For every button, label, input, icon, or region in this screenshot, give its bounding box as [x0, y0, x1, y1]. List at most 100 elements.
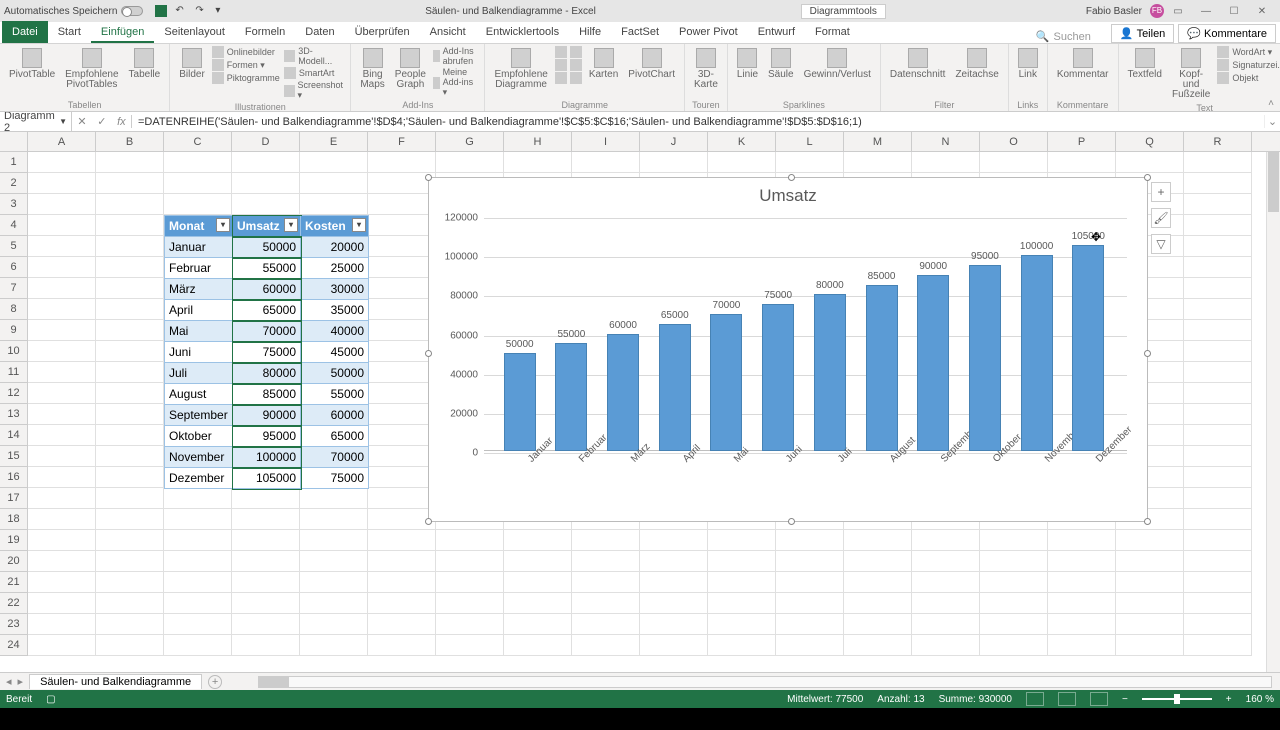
data-table[interactable]: Monat▾Umsatz▾Kosten▾Januar5000020000Febr… [164, 215, 369, 489]
ribbon-item[interactable]: Formen ▾ [212, 59, 280, 71]
data-label[interactable]: 70000 [713, 300, 741, 311]
search-input[interactable]: Suchen [1054, 31, 1091, 43]
chart-bar[interactable] [814, 294, 846, 451]
data-label[interactable]: 90000 [919, 261, 947, 272]
row-header[interactable]: 23 [0, 614, 27, 635]
ribbon-item[interactable]: Objekt [1217, 72, 1280, 84]
ribbon-tab-context[interactable]: Format [805, 23, 860, 43]
column-header[interactable]: D [232, 132, 300, 151]
ribbon-button[interactable]: Empfohlene Diagramme [491, 46, 550, 92]
table-header-cell[interactable]: Kosten▾ [301, 216, 369, 237]
table-header-cell[interactable]: Umsatz▾ [233, 216, 301, 237]
toggle-switch-icon[interactable] [121, 6, 143, 16]
ribbon-button[interactable]: PivotTable [6, 46, 58, 82]
autosave-toggle[interactable]: Automatisches Speichern [4, 6, 143, 17]
data-label[interactable]: 85000 [868, 271, 896, 282]
column-header[interactable]: A [28, 132, 96, 151]
chart-bar[interactable] [504, 353, 536, 451]
table-row[interactable]: Juni7500045000 [165, 342, 369, 363]
sheet-tab-active[interactable]: Säulen- und Balkendiagramme [29, 674, 202, 689]
chart-bar[interactable] [1072, 245, 1104, 451]
sheet-nav-next-icon[interactable]: ▸ [18, 675, 24, 688]
comments-button[interactable]: 💬Kommentare [1178, 24, 1276, 43]
row-header[interactable]: 9 [0, 320, 27, 341]
table-row[interactable]: November10000070000 [165, 447, 369, 468]
column-header[interactable]: N [912, 132, 980, 151]
chart-filters-button[interactable]: ▽ [1151, 234, 1171, 254]
row-header[interactable]: 17 [0, 488, 27, 509]
column-header[interactable]: K [708, 132, 776, 151]
view-page-layout-icon[interactable] [1058, 692, 1076, 706]
ribbon-button[interactable]: Tabelle [126, 46, 164, 82]
ribbon-item[interactable]: Add-Ins abrufen [433, 46, 479, 66]
horizontal-scrollbar[interactable] [258, 676, 1272, 688]
ribbon-tab[interactable]: Ansicht [420, 23, 476, 43]
ribbon-button[interactable]: Datenschnitt [887, 46, 949, 82]
zoom-level[interactable]: 160 % [1246, 694, 1274, 705]
chart-bar[interactable] [555, 343, 587, 451]
data-label[interactable]: 95000 [971, 251, 999, 262]
user-avatar[interactable]: FB [1150, 4, 1164, 18]
ribbon-button[interactable]: Kopf- und Fußzeile [1169, 46, 1213, 102]
column-header[interactable]: R [1184, 132, 1252, 151]
sheet-nav-prev-icon[interactable]: ◂ [6, 675, 12, 688]
column-header[interactable]: J [640, 132, 708, 151]
column-header[interactable]: L [776, 132, 844, 151]
name-box[interactable]: Diagramm 2▼ [0, 110, 72, 134]
ribbon-tab[interactable]: Power Pivot [669, 23, 748, 43]
macro-record-icon[interactable]: ▢ [46, 694, 55, 705]
row-header[interactable]: 4 [0, 215, 27, 236]
minimize-icon[interactable]: ― [1192, 2, 1220, 20]
row-header[interactable]: 5 [0, 236, 27, 257]
formula-input[interactable]: =DATENREIHE('Säulen- und Balkendiagramme… [132, 116, 1264, 128]
zoom-in-icon[interactable]: + [1226, 694, 1232, 705]
row-header[interactable]: 18 [0, 509, 27, 530]
filter-dropdown-icon[interactable]: ▾ [216, 218, 230, 232]
chart-bar[interactable] [969, 265, 1001, 451]
filter-dropdown-icon[interactable]: ▾ [284, 218, 298, 232]
file-tab[interactable]: Datei [2, 21, 48, 43]
ribbon-tab[interactable]: Überprüfen [345, 23, 420, 43]
column-header[interactable]: F [368, 132, 436, 151]
chart-elements-button[interactable]: + [1151, 182, 1171, 202]
table-row[interactable]: Oktober9500065000 [165, 426, 369, 447]
table-row[interactable]: Dezember10500075000 [165, 468, 369, 489]
column-header[interactable]: O [980, 132, 1048, 151]
redo-icon[interactable]: ↷ [195, 5, 207, 17]
ribbon-tab[interactable]: Einfügen [91, 23, 154, 43]
chart-bar[interactable] [710, 314, 742, 451]
add-sheet-button[interactable]: + [208, 675, 222, 689]
row-header[interactable]: 14 [0, 425, 27, 446]
column-header[interactable]: P [1048, 132, 1116, 151]
table-row[interactable]: Juli8000050000 [165, 363, 369, 384]
row-header[interactable]: 19 [0, 530, 27, 551]
ribbon-item[interactable]: SmartArt [284, 67, 345, 79]
row-header[interactable]: 2 [0, 173, 27, 194]
ribbon-button[interactable]: 3D-Karte [691, 46, 721, 92]
ribbon-tab[interactable]: Start [48, 23, 91, 43]
table-row[interactable]: April6500035000 [165, 300, 369, 321]
row-header[interactable]: 16 [0, 467, 27, 488]
ribbon-button[interactable]: Bing Maps [357, 46, 387, 92]
share-button[interactable]: 👤Teilen [1111, 24, 1174, 43]
close-icon[interactable]: ✕ [1248, 2, 1276, 20]
row-header[interactable]: 8 [0, 299, 27, 320]
row-header[interactable]: 24 [0, 635, 27, 656]
save-icon[interactable] [155, 5, 167, 17]
ribbon-button[interactable]: Bilder [176, 46, 208, 82]
maximize-icon[interactable]: ☐ [1220, 2, 1248, 20]
table-row[interactable]: Januar5000020000 [165, 237, 369, 258]
chart-title[interactable]: Umsatz [429, 178, 1147, 214]
chart-bar[interactable] [866, 285, 898, 451]
chart-plot-area[interactable]: 020000400006000080000100000120000 50000 … [484, 218, 1127, 451]
data-label[interactable]: 75000 [764, 290, 792, 301]
accept-formula-icon[interactable]: ✓ [97, 115, 106, 128]
chart-bar[interactable] [917, 275, 949, 451]
row-header[interactable]: 6 [0, 257, 27, 278]
ribbon-tab[interactable]: Entwicklertools [476, 23, 569, 43]
collapse-ribbon-icon[interactable]: ˄ [1268, 98, 1274, 109]
ribbon-button[interactable]: Link [1015, 46, 1041, 82]
zoom-slider[interactable] [1142, 698, 1212, 700]
ribbon-button[interactable]: Zeitachse [952, 46, 1001, 82]
undo-icon[interactable]: ↶ [175, 5, 187, 17]
